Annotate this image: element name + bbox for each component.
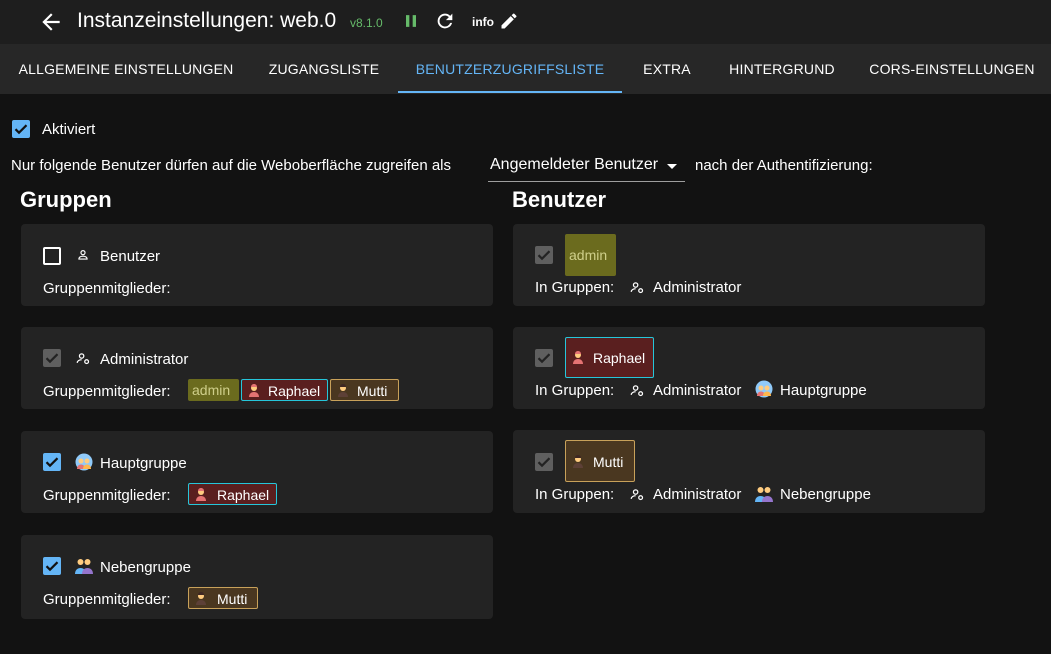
group-avatar-icon [75, 453, 93, 471]
members-label: Gruppenmitglieder: [43, 591, 171, 608]
pause-icon[interactable] [401, 11, 421, 31]
members-label: Gruppenmitglieder: [43, 383, 171, 400]
user-group-name: Nebengruppe [780, 486, 871, 503]
user-chip-mutti[interactable]: Mutti [565, 440, 635, 482]
tab-cors-einstellungen[interactable]: CORS-EINSTELLUNGEN [860, 44, 1044, 94]
group-card-benutzer: Benutzer Gruppenmitglieder: [21, 224, 493, 306]
in-groups-label: In Gruppen: [535, 486, 615, 503]
check-icon [537, 353, 551, 364]
group-checkbox-administrator[interactable] [43, 349, 61, 367]
check-icon [45, 457, 59, 468]
check-icon [45, 353, 59, 364]
user-card-raphael: Raphael In Gruppen: Administrator Hauptg… [513, 327, 985, 409]
page-title: Instanzeinstellungen: web.0 [77, 9, 337, 32]
user-chip-raphael[interactable]: Raphael [565, 337, 654, 378]
enabled-checkbox[interactable] [12, 120, 30, 138]
chevron-down-icon [667, 164, 677, 169]
group-checkbox-nebengruppe[interactable] [43, 557, 61, 575]
check-icon [537, 457, 551, 468]
people-gear-icon [630, 489, 644, 501]
arrow-left-icon[interactable] [38, 9, 64, 35]
user-chip-label: Mutti [593, 454, 624, 470]
check-icon [537, 250, 551, 261]
people-gear-icon [630, 282, 644, 294]
groups-title: Gruppen [20, 187, 112, 212]
user-group-name: Administrator [653, 382, 742, 399]
check-icon [14, 124, 28, 135]
tab-hintergrund[interactable]: HINTERGRUND [716, 44, 848, 94]
group-name: Nebengruppe [100, 559, 191, 576]
tab-allgemeine-einstellungen[interactable]: ALLGEMEINE EINSTELLUNGEN [6, 44, 246, 94]
group-avatar-icon [755, 380, 773, 398]
user-card-mutti: Mutti In Gruppen: Administrator Nebengru… [513, 430, 985, 513]
user-avatar-icon [249, 384, 259, 397]
group-checkbox-hauptgruppe[interactable] [43, 453, 61, 471]
user-avatar-icon [573, 455, 583, 468]
members-label: Gruppenmitglieder: [43, 487, 171, 504]
member-chip-raphael[interactable]: Raphael [241, 379, 328, 401]
people-gear-icon [630, 385, 644, 397]
user-checkbox-admin[interactable] [535, 246, 553, 264]
user-avatar-icon [573, 351, 583, 364]
member-chip-admin[interactable]: admin [188, 379, 239, 401]
app-bar: Instanzeinstellungen: web.0 v8.1.0 info [0, 0, 1051, 44]
people-gear-icon [76, 353, 90, 365]
info-label[interactable]: info [472, 15, 494, 29]
user-group-name: Hauptgruppe [780, 382, 867, 399]
pencil-icon[interactable] [499, 11, 519, 31]
member-chip-label: admin [192, 382, 231, 398]
version-label: v8.1.0 [350, 16, 383, 30]
user-chip-label: Raphael [593, 350, 646, 366]
member-chip-label: Mutti [217, 591, 248, 607]
users-title: Benutzer [512, 187, 607, 212]
in-groups-label: In Gruppen: [535, 279, 615, 296]
member-chip-label: Raphael [217, 487, 270, 503]
member-chip-label: Raphael [268, 383, 321, 399]
group-name: Hauptgruppe [100, 455, 187, 472]
user-chip-admin[interactable]: admin [565, 234, 616, 276]
in-groups-label: In Gruppen: [535, 382, 615, 399]
group-card-nebengruppe: Nebengruppe Gruppenmitglieder: Mutti [21, 535, 493, 619]
user-avatar-icon [196, 592, 206, 605]
user-type-select-value: Angemeldeter Benutzer [490, 156, 659, 173]
user-type-select[interactable]: Angemeldeter Benutzer [488, 153, 685, 182]
group-card-hauptgruppe: Hauptgruppe Gruppenmitglieder: Raphael [21, 431, 493, 513]
tab-bar: ALLGEMEINE EINSTELLUNGEN ZUGANGSLISTE BE… [0, 44, 1051, 94]
access-sentence-suffix: nach der Authentifizierung: [695, 157, 873, 174]
tab-benutzerzugriffsliste[interactable]: BENUTZERZUGRIFFSLISTE [398, 44, 622, 94]
active-tab-indicator [398, 91, 622, 93]
user-group-name: Administrator [653, 279, 742, 296]
user-checkbox-mutti[interactable] [535, 453, 553, 471]
user-chip-label: admin [569, 247, 608, 263]
group-card-administrator: Administrator Gruppenmitglieder: admin R… [21, 327, 493, 409]
group-name: Administrator [100, 351, 189, 368]
tab-zugangsliste[interactable]: ZUGANGSLISTE [256, 44, 392, 94]
enabled-label: Aktiviert [42, 121, 96, 138]
member-chip-mutti[interactable]: Mutti [330, 379, 399, 401]
user-checkbox-raphael[interactable] [535, 349, 553, 367]
group-name: Benutzer [100, 248, 161, 265]
user-card-admin: admin In Gruppen: Administrator [513, 224, 985, 306]
user-avatar-icon [196, 488, 206, 501]
group-checkbox-benutzer[interactable] [43, 247, 61, 265]
two-people-icon [75, 559, 93, 574]
member-chip-raphael[interactable]: Raphael [188, 483, 277, 505]
refresh-icon[interactable] [434, 10, 456, 32]
tab-extra[interactable]: EXTRA [630, 44, 704, 94]
member-chip-label: Mutti [357, 383, 388, 399]
user-avatar-icon [338, 384, 348, 397]
two-people-icon [755, 487, 773, 502]
person-icon [78, 250, 88, 260]
user-group-name: Administrator [653, 486, 742, 503]
members-label: Gruppenmitglieder: [43, 280, 171, 297]
member-chip-mutti[interactable]: Mutti [188, 587, 258, 609]
access-sentence-prefix: Nur folgende Benutzer dürfen auf die Web… [11, 157, 452, 174]
check-icon [45, 561, 59, 572]
